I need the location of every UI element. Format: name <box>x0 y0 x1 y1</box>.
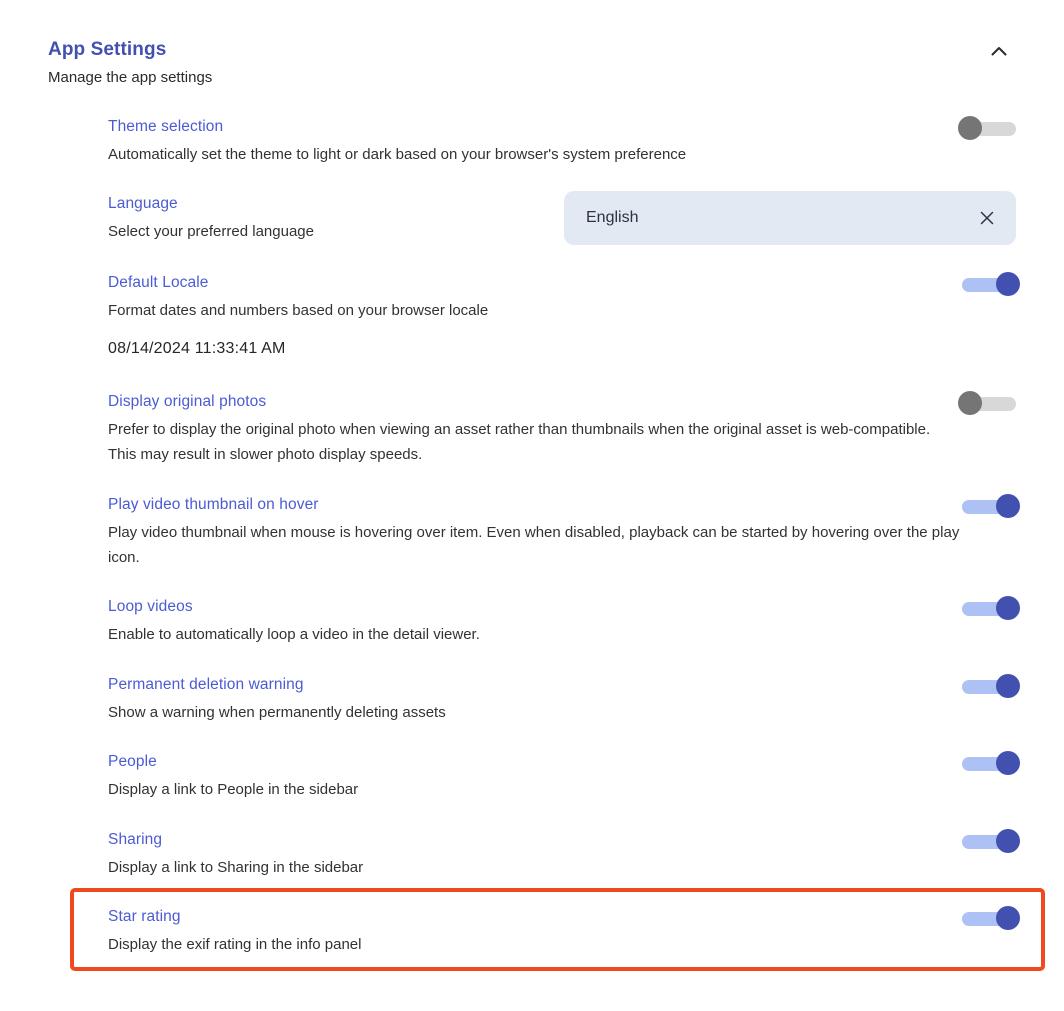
setting-text-group: Language Select your preferred language <box>108 193 314 244</box>
loop-videos-toggle[interactable] <box>962 596 1020 620</box>
chevron-up-icon <box>988 41 1010 63</box>
setting-text-group: Loop videos Enable to automatically loop… <box>108 596 480 647</box>
setting-row-default-locale: Default Locale Format dates and numbers … <box>108 272 1020 361</box>
toggle-knob <box>996 494 1020 518</box>
section-header: App Settings Manage the app settings <box>48 38 1016 89</box>
page-subtitle: Manage the app settings <box>48 69 213 86</box>
setting-row-theme-selection: Theme selection Automatically set the th… <box>108 116 1016 167</box>
app-settings-page: App Settings Manage the app settings The… <box>0 0 1064 1011</box>
setting-description: Select your preferred language <box>108 222 314 240</box>
toggle-knob <box>996 596 1020 620</box>
default-locale-toggle[interactable] <box>962 272 1020 296</box>
setting-row-star-rating: Star rating Display the exif rating in t… <box>108 906 1020 957</box>
setting-text-group: Theme selection Automatically set the th… <box>108 116 686 167</box>
setting-row-loop-videos: Loop videos Enable to automatically loop… <box>108 596 1020 647</box>
toggle-knob <box>996 829 1020 853</box>
play-video-thumbnail-on-hover-toggle[interactable] <box>962 494 1020 518</box>
language-select[interactable]: English <box>564 191 1016 245</box>
toggle-knob <box>996 272 1020 296</box>
toggle-knob <box>996 751 1020 775</box>
setting-text-group: Display original photos Prefer to displa… <box>108 391 962 467</box>
setting-label: Language <box>108 194 178 212</box>
setting-description: Display the exif rating in the info pane… <box>108 936 362 953</box>
page-title: App Settings <box>48 39 167 60</box>
setting-description: Prefer to display the original photo whe… <box>108 421 931 463</box>
permanent-deletion-warning-toggle[interactable] <box>962 674 1020 698</box>
collapse-section-button[interactable] <box>982 35 1016 69</box>
setting-label: Star rating <box>108 908 181 925</box>
setting-row-sharing: Sharing Display a link to Sharing in the… <box>108 829 1020 880</box>
toggle-knob <box>996 674 1020 698</box>
people-toggle[interactable] <box>962 751 1020 775</box>
setting-description: Enable to automatically loop a video in … <box>108 626 480 643</box>
setting-row-language: Language Select your preferred language … <box>108 191 1016 245</box>
setting-label: People <box>108 753 157 770</box>
setting-label: Display original photos <box>108 393 267 410</box>
setting-description: Automatically set the theme to light or … <box>108 146 687 163</box>
setting-row-display-original-photos: Display original photos Prefer to displa… <box>108 391 1016 467</box>
locale-preview-datetime: 08/14/2024 11:33:41 AM <box>108 340 286 357</box>
close-icon[interactable] <box>976 207 998 229</box>
toggle-knob <box>996 906 1020 930</box>
setting-label: Sharing <box>108 831 163 848</box>
setting-row-people: People Display a link to People in the s… <box>108 751 1020 802</box>
setting-text-group: Star rating Display the exif rating in t… <box>108 906 361 957</box>
star-rating-toggle[interactable] <box>962 906 1020 930</box>
setting-description: Display a link to Sharing in the sidebar <box>108 859 364 876</box>
setting-label: Theme selection <box>108 118 224 135</box>
setting-text-group: Permanent deletion warning Show a warnin… <box>108 674 446 725</box>
setting-label: Permanent deletion warning <box>108 676 304 693</box>
setting-text-group: People Display a link to People in the s… <box>108 751 358 802</box>
setting-row-play-video-thumbnail-on-hover: Play video thumbnail on hover Play video… <box>108 494 1020 570</box>
setting-label: Default Locale <box>108 274 209 291</box>
setting-description: Format dates and numbers based on your b… <box>108 302 489 319</box>
setting-label: Loop videos <box>108 598 193 615</box>
language-select-value: English <box>586 209 639 226</box>
setting-text-group: Sharing Display a link to Sharing in the… <box>108 829 363 880</box>
setting-row-permanent-deletion-warning: Permanent deletion warning Show a warnin… <box>108 674 1020 725</box>
header-text-group: App Settings Manage the app settings <box>48 38 212 89</box>
setting-description: Play video thumbnail when mouse is hover… <box>108 524 960 566</box>
toggle-knob <box>958 391 982 415</box>
sharing-toggle[interactable] <box>962 829 1020 853</box>
setting-text-group: Play video thumbnail on hover Play video… <box>108 494 962 570</box>
setting-text-group: Default Locale Format dates and numbers … <box>108 272 488 361</box>
display-original-photos-toggle[interactable] <box>958 391 1016 415</box>
setting-label: Play video thumbnail on hover <box>108 496 319 513</box>
toggle-knob <box>958 116 982 140</box>
setting-description: Show a warning when permanently deleting… <box>108 704 446 721</box>
theme-selection-toggle[interactable] <box>958 116 1016 140</box>
setting-description: Display a link to People in the sidebar <box>108 781 359 798</box>
